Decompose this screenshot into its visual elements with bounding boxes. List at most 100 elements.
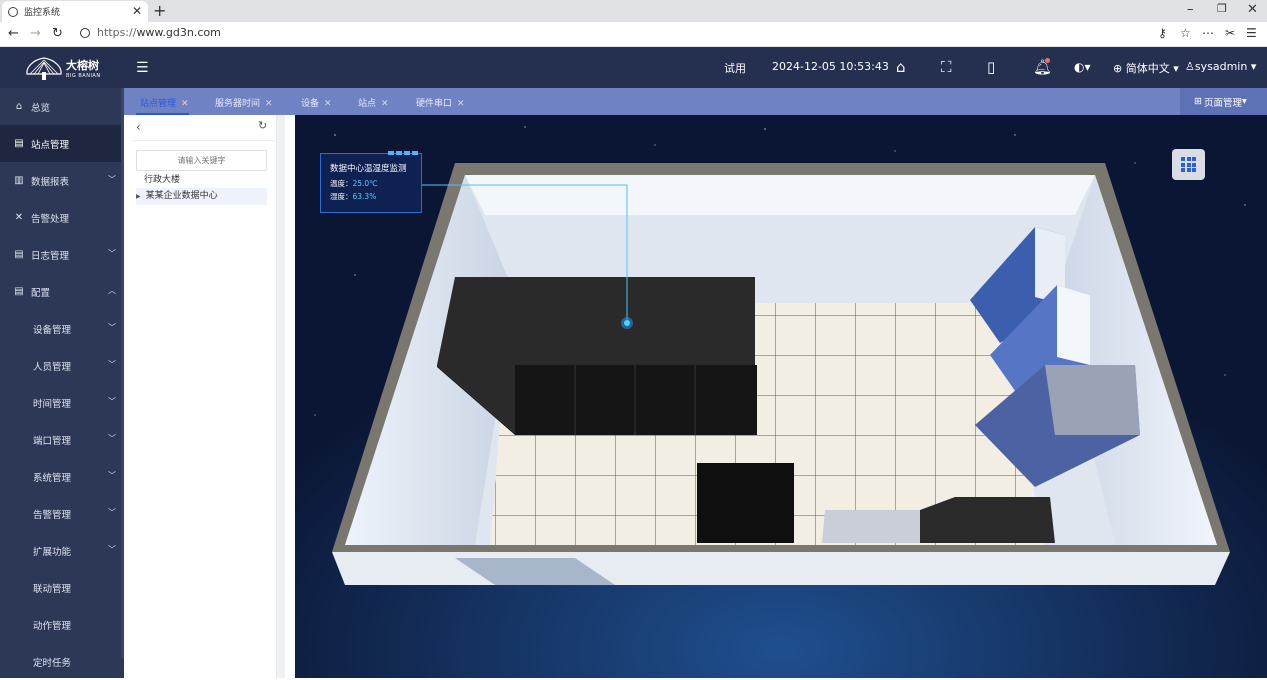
- sidebar-item-config[interactable]: ▤ 配置 ︿: [0, 273, 124, 310]
- chevron-down-icon: ﹀: [108, 434, 116, 443]
- close-window-button[interactable]: ✕: [1247, 2, 1258, 17]
- close-icon[interactable]: ✕: [181, 99, 189, 109]
- panel-decoration: [388, 151, 418, 155]
- tab-label: 硬件串口: [416, 99, 453, 109]
- sidebar-item-port-management[interactable]: 端口管理 ﹀: [0, 421, 124, 458]
- chevron-down-icon: ﹀: [108, 323, 116, 332]
- logo-text: 大榕树: [66, 59, 99, 72]
- temp-humidity-panel[interactable]: 数据中心温湿度监测 温度：25.0℃ 湿度：63.3%: [320, 151, 422, 213]
- scissors-icon[interactable]: ✂: [1225, 26, 1235, 40]
- star-icon[interactable]: ☆: [1180, 26, 1191, 40]
- sidebar-item-label: 人员管理: [33, 361, 72, 373]
- close-icon[interactable]: ✕: [265, 99, 273, 109]
- fullscreen-icon[interactable]: ⛶: [941, 58, 952, 76]
- menu-icon[interactable]: ☰: [1246, 26, 1257, 40]
- grid-icon-cell: [1192, 157, 1196, 161]
- chevron-down-icon: ﹀: [108, 175, 116, 184]
- sidebar-item-action-management[interactable]: 动作管理: [0, 606, 124, 643]
- tab-site[interactable]: 站点 ✕: [358, 96, 389, 109]
- sidebar-item-extensions[interactable]: 扩展功能 ﹀: [0, 532, 124, 569]
- key-icon[interactable]: ⚷: [1158, 26, 1167, 40]
- book-icon[interactable]: ▯: [987, 58, 995, 76]
- home-icon[interactable]: ⌂: [896, 58, 906, 76]
- browser-tab-strip: 监控系统 ✕ + – ❐ ✕: [0, 0, 1267, 22]
- browser-tab-title: 监控系统: [24, 8, 61, 18]
- page-tabs: 站点管理 ✕ 服务器时间 ✕ 设备 ✕ 站点 ✕ 硬件串口 ✕: [124, 88, 1267, 115]
- tab-site-management[interactable]: 站点管理 ✕: [140, 96, 189, 109]
- minimize-button[interactable]: –: [1187, 2, 1194, 17]
- page-manager-button[interactable]: ⊞ 页面管理 ▾: [1180, 88, 1267, 115]
- sidebar: ⌂ 总览 ▤ 站点管理 ▥ 数据报表 ﹀ ✕ 告警处理 ▤ 日志管理 ﹀ ▤ 配置 ︿ 设备管理 ﹀…: [0, 88, 124, 678]
- language-label: 简体中文: [1125, 62, 1170, 75]
- home-icon: ⌂: [15, 101, 23, 112]
- reload-button[interactable]: ↻: [52, 26, 63, 41]
- humidity-row: 湿度：63.3%: [321, 189, 421, 202]
- tree-node-label: 某某企业数据中心: [145, 191, 218, 201]
- server-rack-front: [515, 365, 757, 435]
- sidebar-item-linkage-management[interactable]: 联动管理: [0, 569, 124, 606]
- user-menu[interactable]: ♙sysadmin ▾: [1185, 60, 1256, 73]
- sidebar-item-label: 告警处理: [31, 213, 70, 225]
- tree-logo-icon: [26, 57, 62, 80]
- username: sysadmin: [1194, 60, 1248, 73]
- more-icon[interactable]: ⋯: [1202, 26, 1214, 40]
- tab-label: 站点管理: [140, 99, 177, 109]
- refresh-icon[interactable]: ↻: [258, 119, 267, 132]
- sidebar-item-label: 扩展功能: [33, 546, 72, 558]
- sidebar-item-overview[interactable]: ⌂ 总览: [0, 88, 124, 125]
- browser-tab[interactable]: 监控系统 ✕: [2, 1, 148, 22]
- grid-icon-cell: [1192, 162, 1196, 167]
- humidity-value: 63.3%: [352, 192, 377, 201]
- tools-icon: ✕: [14, 212, 24, 223]
- sidebar-item-label: 站点管理: [31, 139, 70, 151]
- new-tab-button[interactable]: +: [153, 1, 166, 20]
- 3d-room-view[interactable]: 数据中心温湿度监测 温度：25.0℃ 湿度：63.3%: [295, 115, 1267, 678]
- close-icon[interactable]: ✕: [381, 99, 389, 109]
- tree-panel-scrollbar[interactable]: [277, 115, 285, 678]
- sidebar-item-system-management[interactable]: 系统管理 ﹀: [0, 458, 124, 495]
- grid-icon-cell: [1186, 168, 1191, 172]
- tree-node-data-center[interactable]: ▶ 某某企业数据中心: [136, 188, 267, 205]
- search-icon: [80, 27, 90, 38]
- close-tab-icon[interactable]: ✕: [132, 4, 142, 18]
- sidebar-item-personnel-management[interactable]: 人员管理 ﹀: [0, 347, 124, 384]
- sidebar-toggle-icon[interactable]: ☰: [136, 60, 149, 76]
- sidebar-item-log-management[interactable]: ▤ 日志管理 ﹀: [0, 236, 124, 273]
- address-bar: ← → ↻ https://www.gd3n.com ⚷ ☆ ⋯ ✂ ☰: [0, 22, 1267, 47]
- site-icon: ▤: [14, 138, 24, 149]
- sidebar-item-time-management[interactable]: 时间管理 ﹀: [0, 384, 124, 421]
- grey-box: [822, 510, 920, 543]
- search-input[interactable]: [136, 150, 267, 171]
- chevron-down-icon: ﹀: [108, 360, 116, 369]
- sidebar-item-label: 设备管理: [33, 324, 72, 336]
- restore-button[interactable]: ❐: [1217, 2, 1227, 15]
- url-field[interactable]: https://www.gd3n.com: [80, 26, 221, 39]
- chevron-down-icon: ﹀: [108, 249, 116, 258]
- sidebar-item-data-report[interactable]: ▥ 数据报表 ﹀: [0, 162, 124, 199]
- sidebar-item-label: 端口管理: [33, 435, 72, 447]
- sidebar-item-device-management[interactable]: 设备管理 ﹀: [0, 310, 124, 347]
- sidebar-item-site-management[interactable]: ▤ 站点管理: [0, 125, 124, 162]
- forward-button[interactable]: →: [30, 26, 41, 41]
- temperature-label: 温度：: [330, 179, 353, 188]
- close-icon[interactable]: ✕: [457, 99, 465, 109]
- sidebar-item-alarm-management[interactable]: 告警管理 ﹀: [0, 495, 124, 532]
- chevron-down-icon: ﹀: [108, 471, 116, 480]
- language-select[interactable]: ⊕ 简体中文 ▾: [1113, 60, 1179, 76]
- collapse-icon[interactable]: ‹: [136, 120, 141, 134]
- chart-icon: ▥: [14, 175, 24, 186]
- tab-server-time[interactable]: 服务器时间 ✕: [215, 96, 273, 109]
- tab-hardware-serial[interactable]: 硬件串口 ✕: [416, 96, 465, 109]
- grid-menu-button[interactable]: [1172, 149, 1205, 180]
- temperature-row: 温度：25.0℃: [321, 174, 421, 189]
- sidebar-item-scheduled-tasks[interactable]: 定时任务: [0, 643, 124, 680]
- back-wall: [465, 175, 1095, 215]
- close-icon[interactable]: ✕: [324, 99, 332, 109]
- tab-device[interactable]: 设备 ✕: [301, 96, 332, 109]
- front-ledge: [332, 552, 1230, 585]
- trial-label[interactable]: 试用: [724, 60, 746, 76]
- tree-node-admin-building[interactable]: 行政大楼: [144, 172, 180, 189]
- palette-icon[interactable]: ◐▾: [1074, 60, 1091, 74]
- back-button[interactable]: ←: [8, 26, 19, 41]
- sidebar-item-alarm-handling[interactable]: ✕ 告警处理: [0, 199, 124, 236]
